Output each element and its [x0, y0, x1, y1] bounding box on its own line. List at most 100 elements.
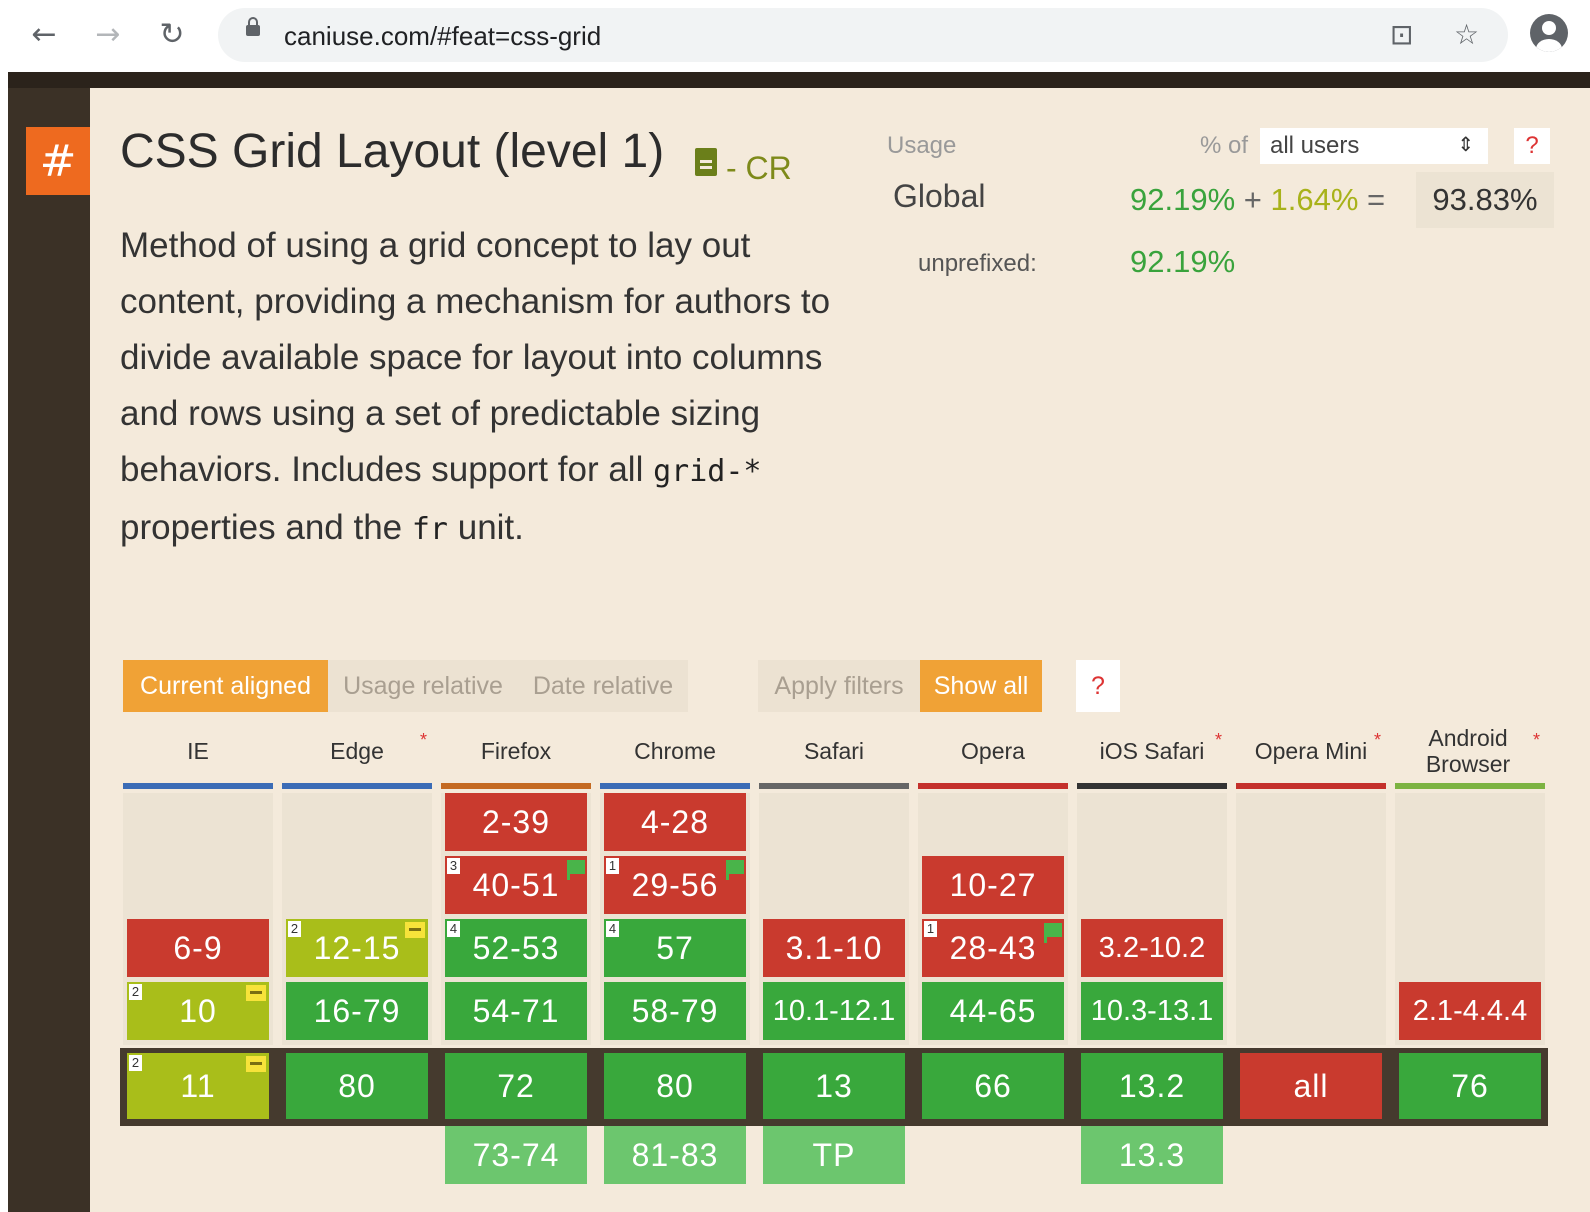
version-cell-opera[interactable]: 28-43 1 [922, 919, 1064, 977]
note-number-badge[interactable]: 2 [129, 984, 142, 1000]
version-cell-android-browser[interactable]: 2.1-4.4.4 [1399, 982, 1541, 1040]
flag-icon [567, 860, 585, 880]
page-body: # CSS Grid Layout (level 1) - CR Method … [8, 72, 1590, 1212]
feature-title[interactable]: CSS Grid Layout (level 1) [120, 124, 664, 179]
browser-underline [1395, 783, 1545, 789]
usage-relative-button[interactable]: Usage relative [328, 660, 518, 712]
forward-arrow-icon[interactable]: → [88, 14, 128, 54]
version-cell-firefox[interactable]: 73-74 [445, 1126, 587, 1184]
version-range: 3.2-10.2 [1098, 931, 1206, 964]
note-number-badge[interactable]: 4 [606, 921, 619, 937]
browser-header-opera-mini[interactable]: Opera Mini [1236, 728, 1386, 774]
version-cell-opera[interactable]: 66 [922, 1053, 1064, 1119]
version-cell-chrome[interactable]: 81-83 [604, 1126, 746, 1184]
version-cell-chrome[interactable]: 80 [604, 1053, 746, 1119]
version-cell-safari[interactable]: TP [763, 1126, 905, 1184]
browser-column-background [1236, 793, 1386, 1045]
browser-underline [918, 783, 1068, 789]
date-relative-button[interactable]: Date relative [518, 660, 688, 712]
feature-card: CSS Grid Layout (level 1) - CR Method of… [90, 88, 1590, 1212]
spec-status[interactable]: - CR [726, 150, 792, 187]
star-icon[interactable]: ☆ [1454, 18, 1479, 51]
version-cell-firefox[interactable]: 40-51 3 [445, 856, 587, 914]
version-cell-firefox[interactable]: 52-53 4 [445, 919, 587, 977]
version-range: 72 [497, 1067, 535, 1104]
version-cell-android-browser[interactable]: 76 [1399, 1053, 1541, 1119]
prefix-minus-icon [405, 922, 425, 938]
note-number-badge[interactable]: 2 [288, 921, 301, 937]
version-cell-chrome[interactable]: 57 4 [604, 919, 746, 977]
browser-header-opera[interactable]: Opera [918, 728, 1068, 774]
version-cell-ios-safari[interactable]: 3.2-10.2 [1081, 919, 1223, 977]
version-cell-ios-safari[interactable]: 13.2 [1081, 1053, 1223, 1119]
flag-icon [1044, 923, 1062, 943]
back-arrow-icon[interactable]: ← [24, 14, 64, 54]
version-range: 13.2 [1118, 1067, 1186, 1104]
browser-header-android-browser[interactable]: Android Browser [1395, 725, 1541, 777]
browser-header-chrome[interactable]: Chrome [600, 728, 750, 774]
feature-description: Method of using a grid concept to lay ou… [120, 218, 850, 558]
version-cell-safari[interactable]: 3.1-10 [763, 919, 905, 977]
browser-header-ios-safari[interactable]: iOS Safari [1077, 728, 1227, 774]
version-cell-safari[interactable]: 13 [763, 1053, 905, 1119]
version-cell-firefox[interactable]: 54-71 [445, 982, 587, 1040]
profile-icon[interactable] [1530, 14, 1568, 52]
version-range: 13.3 [1118, 1136, 1186, 1173]
toggles-help-button[interactable]: ? [1076, 660, 1120, 712]
current-aligned-button[interactable]: Current aligned [123, 660, 328, 712]
version-cell-opera[interactable]: 10-27 [922, 856, 1064, 914]
address-bar[interactable]: caniuse.com/#feat=css-grid ⊡ ☆ [218, 8, 1508, 62]
version-cell-edge[interactable]: 12-15 2 [286, 919, 428, 977]
desc-text: unit. [448, 508, 524, 547]
version-cell-safari[interactable]: 10.1-12.1 [763, 982, 905, 1040]
browser-header-firefox[interactable]: Firefox [441, 728, 591, 774]
version-range: 58-79 [631, 992, 719, 1029]
percent-of-label: % of [1200, 132, 1249, 159]
version-range: 40-51 [472, 866, 560, 903]
translate-icon[interactable]: ⊡ [1390, 18, 1413, 51]
note-number-badge[interactable]: 1 [924, 921, 937, 937]
select-arrows-icon: ⇕ [1457, 132, 1474, 156]
spec-document-icon[interactable] [695, 148, 717, 176]
version-cell-edge[interactable]: 80 [286, 1053, 428, 1119]
version-cell-ie[interactable]: 6-9 [127, 919, 269, 977]
version-cell-ios-safari[interactable]: 10.3-13.1 [1081, 982, 1223, 1040]
version-range: TP [812, 1136, 856, 1173]
version-cell-firefox[interactable]: 2-39 [445, 793, 587, 851]
note-number-badge[interactable]: 2 [129, 1055, 142, 1071]
version-cell-edge[interactable]: 16-79 [286, 982, 428, 1040]
version-cell-chrome[interactable]: 29-56 1 [604, 856, 746, 914]
url-text[interactable]: caniuse.com/#feat=css-grid [284, 21, 601, 52]
browser-header-edge[interactable]: Edge [282, 728, 432, 774]
global-label: Global [893, 178, 986, 214]
browser-header-safari[interactable]: Safari [759, 728, 909, 774]
version-range: all [1293, 1067, 1329, 1104]
version-cell-ios-safari[interactable]: 13.3 [1081, 1126, 1223, 1184]
version-cell-firefox[interactable]: 72 [445, 1053, 587, 1119]
note-number-badge[interactable]: 3 [447, 858, 460, 874]
version-range: 29-56 [631, 866, 719, 903]
usage-help-button[interactable]: ? [1514, 128, 1550, 164]
note-number-badge[interactable]: 4 [447, 921, 460, 937]
prefix-minus-icon [246, 1056, 266, 1072]
version-range: 2-39 [481, 803, 551, 840]
version-cell-chrome[interactable]: 58-79 [604, 982, 746, 1040]
feature-anchor-link[interactable]: # [26, 127, 90, 195]
version-cell-ie[interactable]: 10 2 [127, 982, 269, 1040]
version-cell-chrome[interactable]: 4-28 [604, 793, 746, 851]
version-range: 73-74 [472, 1136, 560, 1173]
version-range: 10.3-13.1 [1090, 994, 1214, 1027]
reload-icon[interactable]: ↻ [152, 14, 192, 54]
apply-filters-button[interactable]: Apply filters [758, 660, 920, 712]
version-cell-opera-mini[interactable]: all [1240, 1053, 1382, 1119]
version-range: 81-83 [631, 1136, 719, 1173]
version-range: 28-43 [949, 929, 1037, 966]
note-number-badge[interactable]: 1 [606, 858, 619, 874]
version-cell-opera[interactable]: 44-65 [922, 982, 1064, 1040]
version-cell-ie[interactable]: 11 2 [127, 1053, 269, 1119]
version-range: 44-65 [949, 992, 1037, 1029]
lock-icon [246, 17, 260, 36]
browser-header-ie[interactable]: IE [123, 728, 273, 774]
users-select[interactable]: all users ⇕ [1260, 128, 1488, 164]
show-all-button[interactable]: Show all [920, 660, 1042, 712]
